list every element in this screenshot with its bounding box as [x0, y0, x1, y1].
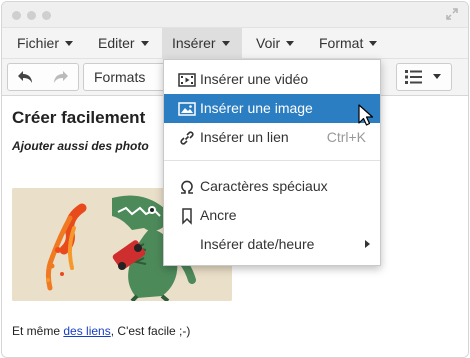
- menu-fichier[interactable]: Fichier: [7, 28, 83, 58]
- menu-fichier-label: Fichier: [17, 35, 60, 51]
- insert-menu-dropdown: Insérer une vidéo Insérer une image Insé…: [163, 59, 381, 266]
- bullet-list-dropdown[interactable]: [396, 63, 452, 91]
- menu-editer-label: Editer: [98, 35, 135, 51]
- omega-icon: [181, 180, 193, 194]
- chevron-down-icon: [433, 74, 441, 79]
- menu-item-insert-image-label: Insérer une image: [200, 100, 313, 116]
- menu-item-anchor-label: Ancre: [200, 207, 237, 223]
- chevron-down-icon: [221, 41, 230, 46]
- paragraph-text-before: Et même: [12, 324, 64, 338]
- menu-editer[interactable]: Editer: [88, 28, 159, 58]
- menu-item-insert-video[interactable]: Insérer une vidéo: [164, 65, 380, 94]
- mouse-cursor-icon: [358, 104, 374, 126]
- video-icon: [178, 73, 196, 87]
- undo-icon[interactable]: [17, 70, 33, 84]
- bullet-list-icon: [405, 70, 422, 84]
- menu-item-insert-video-label: Insérer une vidéo: [200, 71, 309, 87]
- bookmark-icon: [182, 208, 192, 225]
- undo-redo-group: [7, 63, 79, 91]
- chevron-right-icon: [365, 240, 370, 248]
- menu-item-insert-datetime[interactable]: Insérer date/heure: [164, 230, 380, 259]
- window-dot-minimize[interactable]: [27, 11, 36, 20]
- paragraph-text-after: , C'est facile ;-): [110, 324, 191, 338]
- window-dot-close[interactable]: [12, 11, 21, 20]
- menu-separator: [164, 160, 380, 161]
- menu-item-insert-datetime-label: Insérer date/heure: [200, 236, 315, 252]
- chevron-down-icon: [286, 41, 295, 46]
- menu-inserer[interactable]: Insérer: [162, 28, 242, 58]
- content-heading: Créer facilement: [12, 108, 146, 127]
- expand-icon[interactable]: [446, 8, 458, 20]
- menu-item-special-chars[interactable]: Caractères spéciaux: [164, 172, 380, 201]
- formats-dropdown[interactable]: Formats: [83, 63, 173, 91]
- content-subheading: Ajouter aussi des photo: [12, 139, 149, 153]
- title-bar: [2, 2, 468, 28]
- chevron-down-icon: [140, 41, 149, 46]
- editor-window: Fichier Editer Insérer Voir Format Forma…: [1, 1, 469, 358]
- menu-bar: Fichier Editer Insérer Voir Format: [2, 28, 468, 59]
- menu-voir-label: Voir: [256, 35, 281, 51]
- menu-item-anchor[interactable]: Ancre: [164, 201, 380, 230]
- menu-item-special-chars-label: Caractères spéciaux: [200, 178, 328, 194]
- window-dot-zoom[interactable]: [42, 11, 51, 20]
- menu-item-insert-image[interactable]: Insérer une image: [164, 94, 380, 123]
- chevron-down-icon: [65, 41, 74, 46]
- menu-item-insert-link[interactable]: Insérer un lien Ctrl+K: [164, 123, 380, 152]
- menu-voir[interactable]: Voir: [246, 28, 304, 58]
- chevron-down-icon: [369, 41, 378, 46]
- menu-item-insert-link-label: Insérer un lien: [200, 129, 289, 145]
- menu-format-label: Format: [319, 35, 364, 51]
- menu-inserer-label: Insérer: [172, 35, 216, 51]
- image-icon: [178, 102, 196, 116]
- content-link[interactable]: des liens: [63, 324, 110, 338]
- redo-icon[interactable]: [53, 70, 69, 84]
- content-paragraph: Et même des liens, C'est facile ;-): [12, 324, 190, 338]
- link-icon: [180, 131, 194, 145]
- formats-label: Formats: [94, 69, 146, 85]
- menu-format[interactable]: Format: [309, 28, 387, 58]
